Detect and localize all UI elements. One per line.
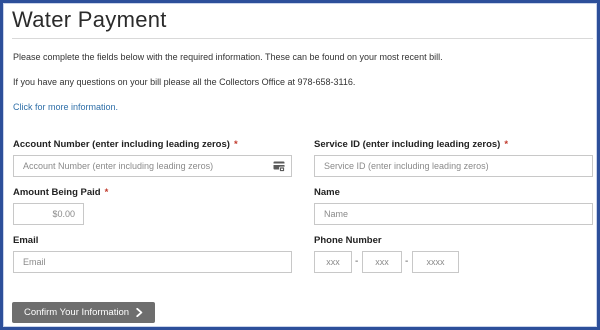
required-marker: * (104, 187, 109, 198)
name-label: Name (314, 187, 340, 198)
confirm-information-button[interactable]: Confirm Your Information (12, 302, 155, 323)
confirm-button-label: Confirm Your Information (23, 307, 130, 318)
email-label: Email (13, 235, 38, 246)
phone-separator: - (405, 256, 409, 267)
service-id-label: Service ID (enter including leading zero… (314, 139, 508, 150)
page-frame: Water Payment Please complete the fields… (0, 0, 600, 330)
name-input[interactable] (314, 203, 593, 225)
contact-text: If you have any questions on your bill p… (13, 77, 356, 87)
phone-label-text: Phone Number (314, 235, 382, 246)
name-label-text: Name (314, 187, 340, 198)
account-number-label-text: Account Number (enter including leading … (13, 139, 230, 150)
required-marker: * (504, 139, 509, 150)
phone-line-input[interactable] (412, 251, 459, 273)
account-number-label: Account Number (enter including leading … (13, 139, 238, 150)
email-input[interactable] (13, 251, 292, 273)
more-info-link[interactable]: Click for more information. (13, 102, 118, 112)
service-id-input[interactable] (314, 155, 593, 177)
phone-label: Phone Number (314, 235, 382, 246)
page-title: Water Payment (12, 7, 167, 32)
phone-separator: - (355, 256, 359, 267)
amount-label-text: Amount Being Paid (13, 187, 101, 198)
card-icon[interactable] (273, 160, 285, 172)
phone-area-code-input[interactable] (314, 251, 352, 273)
email-label-text: Email (13, 235, 39, 246)
required-marker: * (233, 139, 238, 150)
intro-text: Please complete the fields below with th… (13, 52, 443, 62)
title-divider (12, 38, 593, 39)
account-number-input[interactable] (13, 155, 292, 177)
amount-label: Amount Being Paid * (13, 187, 108, 198)
amount-input[interactable] (13, 203, 84, 225)
service-id-label-text: Service ID (enter including leading zero… (314, 139, 501, 150)
chevron-right-icon (136, 308, 143, 317)
phone-prefix-input[interactable] (362, 251, 402, 273)
